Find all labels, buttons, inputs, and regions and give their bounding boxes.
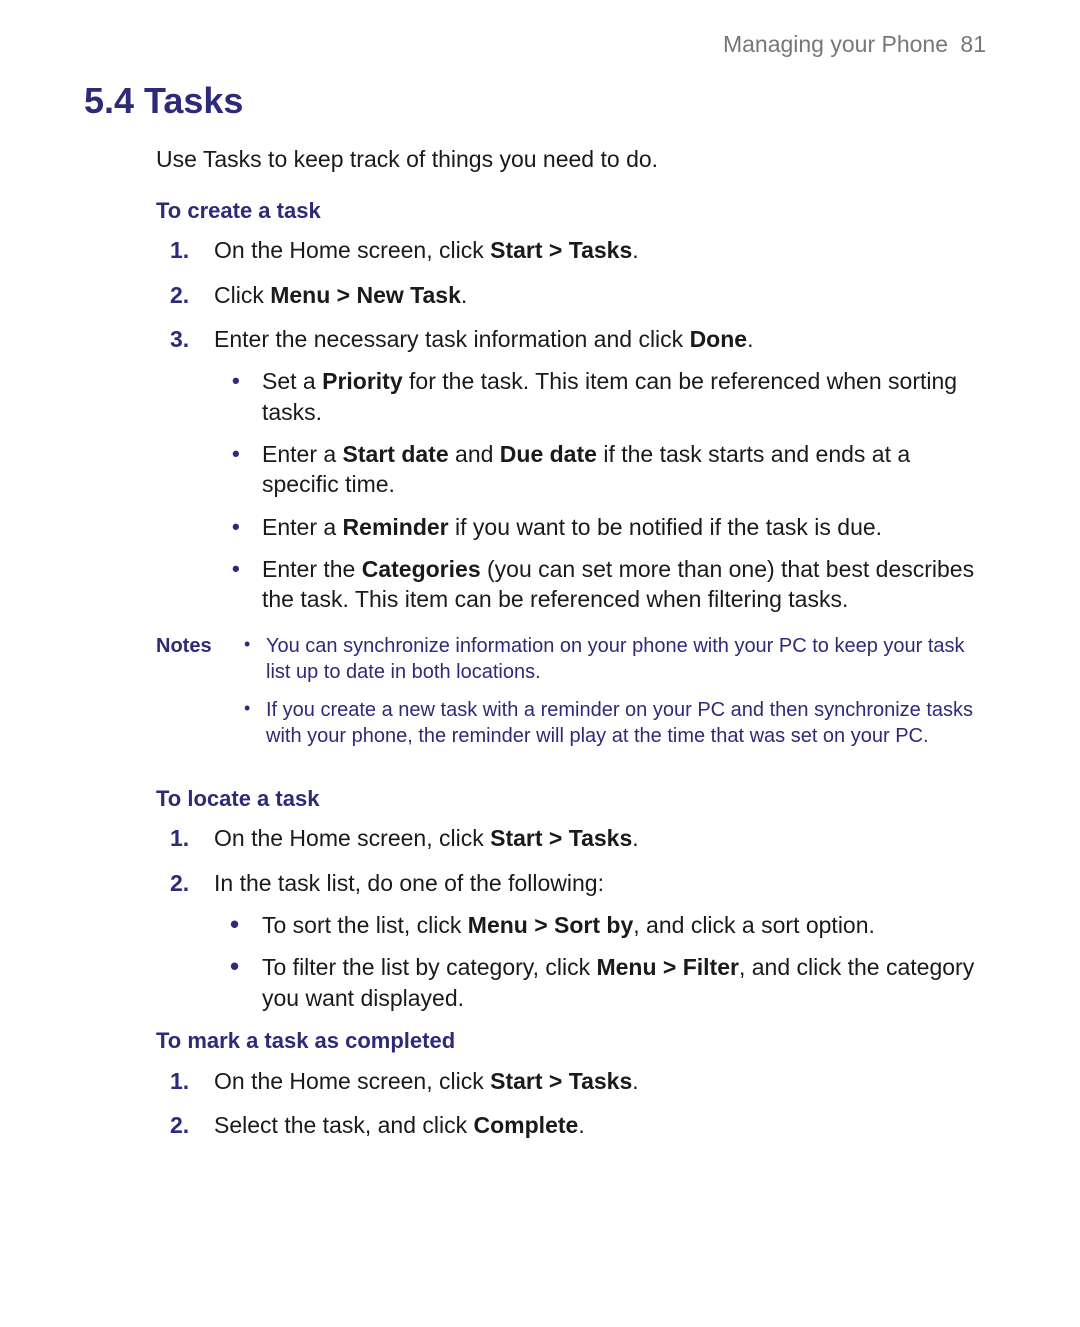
bullet-bold: Categories (362, 556, 481, 582)
step-text: Enter the necessary task information and… (214, 326, 690, 352)
chapter-title: Managing your Phone (723, 31, 948, 57)
list-item: Enter a Reminder if you want to be notif… (214, 512, 990, 542)
steps-complete: 1. On the Home screen, click Start > Tas… (156, 1066, 990, 1141)
page-header: Managing your Phone 81 (90, 30, 990, 60)
page-number: 81 (960, 31, 986, 57)
bullet-bold: Menu > Sort by (468, 912, 634, 938)
step-number: 1. (170, 1066, 189, 1096)
step-text: . (632, 825, 638, 851)
notes-label: Notes (156, 633, 242, 761)
subhead-locate-task: To locate a task (156, 785, 990, 814)
bullet-bold: Menu > Filter (596, 954, 739, 980)
bullet-bold: Due date (500, 441, 597, 467)
bullet-text: if you want to be notified if the task i… (449, 514, 882, 540)
intro-text: Use Tasks to keep track of things you ne… (156, 145, 990, 175)
step-text: . (632, 237, 638, 263)
subhead-mark-complete: To mark a task as completed (156, 1027, 990, 1056)
step-text: In the task list, do one of the followin… (214, 870, 604, 896)
step-text: . (632, 1068, 638, 1094)
step-bold: Menu > New Task (270, 282, 461, 308)
notes-body: You can synchronize information on your … (242, 633, 990, 761)
bullet-text: and (449, 441, 500, 467)
step-number: 2. (170, 1110, 189, 1140)
list-item: 1. On the Home screen, click Start > Tas… (156, 823, 990, 853)
note-item: You can synchronize information on your … (242, 633, 990, 685)
bullets-locate: To sort the list, click Menu > Sort by, … (214, 910, 990, 1013)
note-item: If you create a new task with a reminder… (242, 697, 990, 749)
bullet-bold: Reminder (343, 514, 449, 540)
step-number: 2. (170, 280, 189, 310)
list-item: 2. Select the task, and click Complete. (156, 1110, 990, 1140)
steps-create: 1. On the Home screen, click Start > Tas… (156, 235, 990, 615)
bullet-text: Enter the (262, 556, 362, 582)
step-bold: Done (690, 326, 748, 352)
step-number: 2. (170, 868, 189, 898)
list-item: Set a Priority for the task. This item c… (214, 366, 990, 427)
list-item: 2. In the task list, do one of the follo… (156, 868, 990, 1013)
list-item: To filter the list by category, click Me… (214, 952, 990, 1013)
step-text: On the Home screen, click (214, 1068, 490, 1094)
step-text: Click (214, 282, 270, 308)
step-number: 1. (170, 235, 189, 265)
bullet-text: To sort the list, click (262, 912, 468, 938)
step-bold: Start > Tasks (490, 237, 632, 263)
bullet-bold: Start date (343, 441, 449, 467)
bullets-create: Set a Priority for the task. This item c… (214, 366, 990, 615)
list-item: 1. On the Home screen, click Start > Tas… (156, 235, 990, 265)
bullet-text: , and click a sort option. (633, 912, 875, 938)
bullet-text: Enter a (262, 441, 343, 467)
step-text: On the Home screen, click (214, 825, 490, 851)
list-item: Enter the Categories (you can set more t… (214, 554, 990, 615)
subhead-create-task: To create a task (156, 197, 990, 226)
step-text: . (461, 282, 467, 308)
step-bold: Start > Tasks (490, 825, 632, 851)
step-text: On the Home screen, click (214, 237, 490, 263)
bullet-text: To filter the list by category, click (262, 954, 596, 980)
list-item: Enter a Start date and Due date if the t… (214, 439, 990, 500)
list-item: To sort the list, click Menu > Sort by, … (214, 910, 990, 940)
section-title: 5.4 Tasks (84, 78, 990, 125)
notes-block: Notes You can synchronize information on… (156, 633, 990, 761)
list-item: 1. On the Home screen, click Start > Tas… (156, 1066, 990, 1096)
step-text: . (747, 326, 753, 352)
step-bold: Complete (474, 1112, 579, 1138)
step-text: . (578, 1112, 584, 1138)
step-bold: Start > Tasks (490, 1068, 632, 1094)
list-item: 3. Enter the necessary task information … (156, 324, 990, 615)
bullet-text: Enter a (262, 514, 343, 540)
steps-locate: 1. On the Home screen, click Start > Tas… (156, 823, 990, 1013)
step-number: 1. (170, 823, 189, 853)
list-item: 2. Click Menu > New Task. (156, 280, 990, 310)
bullet-bold: Priority (322, 368, 403, 394)
step-number: 3. (170, 324, 189, 354)
bullet-text: Set a (262, 368, 322, 394)
step-text: Select the task, and click (214, 1112, 474, 1138)
